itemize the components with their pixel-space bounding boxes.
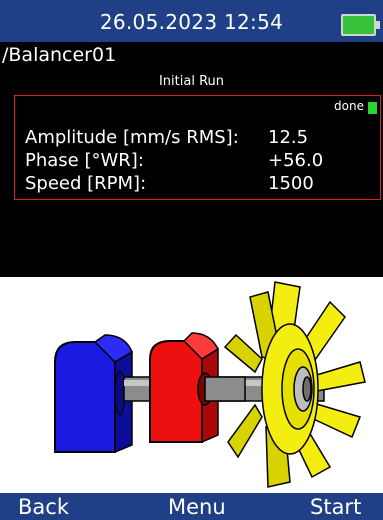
phase-value: +56.0	[268, 150, 324, 171]
battery-icon	[341, 14, 380, 36]
status-bar: 26.05.2023 12:54	[0, 0, 383, 42]
amplitude-row: Amplitude [mm/s RMS]: 12.5	[25, 127, 308, 148]
speed-label: Speed [RPM]:	[25, 173, 147, 194]
back-button[interactable]: Back	[18, 495, 69, 519]
speed-row: Speed [RPM]: 1500	[25, 173, 314, 194]
status-text: done	[334, 99, 364, 113]
menu-button[interactable]: Menu	[168, 495, 226, 519]
status-indicator-icon	[368, 102, 377, 114]
machine-illustration	[0, 277, 383, 493]
measurement-panel: done Amplitude [mm/s RMS]: 12.5 Phase [°…	[14, 95, 381, 200]
phase-label: Phase [°WR]:	[25, 150, 144, 171]
datetime: 26.05.2023 12:54	[99, 10, 284, 34]
phase-row: Phase [°WR]: +56.0	[25, 150, 323, 171]
run-title: Initial Run	[158, 74, 225, 89]
speed-value: 1500	[268, 173, 314, 194]
start-button[interactable]: Start	[310, 495, 361, 519]
rotor-diagram	[54, 281, 366, 488]
softkey-bar: Back Menu Start	[0, 493, 383, 520]
amplitude-value: 12.5	[268, 127, 309, 148]
amplitude-label: Amplitude [mm/s RMS]:	[25, 127, 239, 148]
motor-housing-icon	[54, 334, 133, 454]
path-label: /Balancer01	[2, 44, 117, 66]
